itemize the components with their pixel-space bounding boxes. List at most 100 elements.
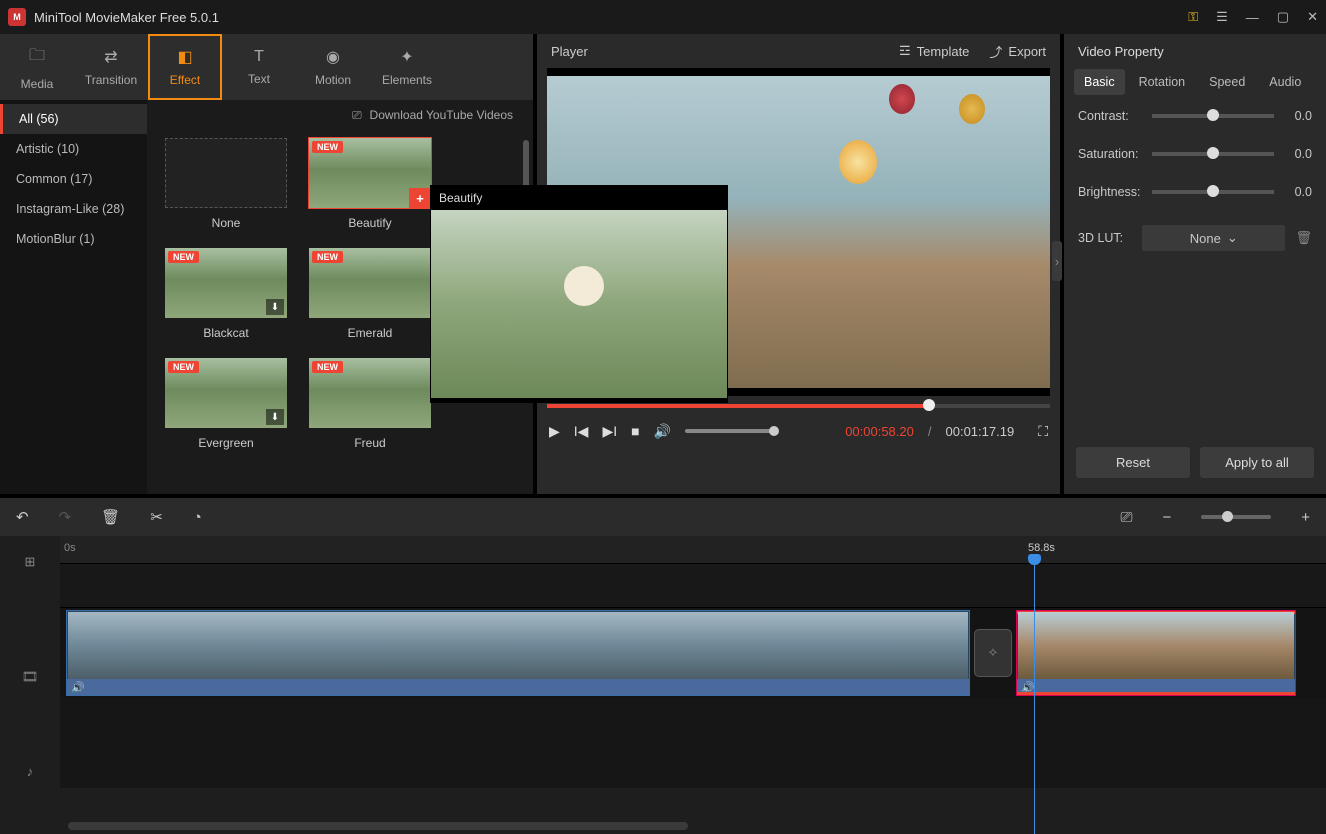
tab-elements[interactable]: ✦ Elements xyxy=(370,34,444,100)
apply-all-button[interactable]: Apply to all xyxy=(1200,447,1314,478)
undo-button[interactable]: ↶ xyxy=(16,508,29,526)
menu-icon[interactable]: ☰ xyxy=(1216,9,1228,25)
category-common[interactable]: Common (17) xyxy=(0,164,147,194)
effect-evergreen[interactable]: NEW ⬇ Evergreen xyxy=(165,358,287,450)
tab-effect[interactable]: ◧Effect xyxy=(148,34,222,100)
brightness-value: 0.0 xyxy=(1282,185,1312,199)
video-track-icon: 🎞 xyxy=(0,632,60,722)
panel-expand-handle[interactable]: › xyxy=(1052,241,1062,281)
delete-lut-icon[interactable]: 🗑 xyxy=(1295,230,1312,246)
tab-media[interactable]: 🗀Media xyxy=(0,34,74,100)
category-all[interactable]: All (56) xyxy=(0,104,147,134)
speed-button[interactable]: ◔ xyxy=(193,509,202,526)
category-motionblur[interactable]: MotionBlur (1) xyxy=(0,224,147,254)
effect-thumb: NEW xyxy=(309,248,431,318)
category-artistic[interactable]: Artistic (10) xyxy=(0,134,147,164)
category-instagram[interactable]: Instagram-Like (28) xyxy=(0,194,147,224)
tab-motion[interactable]: ◉Motion xyxy=(296,34,370,100)
fit-icon[interactable]: ⎚ xyxy=(1120,509,1132,526)
reset-button[interactable]: Reset xyxy=(1076,447,1190,478)
add-track-icon[interactable]: ⊞ xyxy=(0,540,60,584)
effect-thumb: NEW ⬇ xyxy=(165,248,287,318)
prop-tab-speed[interactable]: Speed xyxy=(1199,69,1255,95)
timeline-clip[interactable]: 🔊 xyxy=(66,610,970,696)
template-button[interactable]: ☲Template xyxy=(899,43,969,59)
download-icon[interactable]: ⬇ xyxy=(266,299,284,315)
new-badge: NEW xyxy=(312,361,343,373)
overlay-track[interactable] xyxy=(60,564,1326,608)
export-button[interactable]: ⤴Export xyxy=(989,42,1046,61)
time-total: 00:01:17.19 xyxy=(946,424,1015,439)
download-icon[interactable]: ⬇ xyxy=(266,409,284,425)
elements-icon: ✦ xyxy=(400,47,413,67)
ruler-tick: 0s xyxy=(64,542,76,554)
prop-tab-rotation[interactable]: Rotation xyxy=(1129,69,1196,95)
music-track[interactable] xyxy=(60,698,1326,788)
new-badge: NEW xyxy=(168,361,199,373)
tab-label: Effect xyxy=(170,73,200,87)
prev-frame-button[interactable]: I◀ xyxy=(574,423,589,440)
close-button[interactable]: ✕ xyxy=(1307,9,1318,25)
effect-emerald[interactable]: NEW Emerald xyxy=(309,248,431,340)
split-button[interactable]: ✂ xyxy=(150,508,163,526)
template-icon: ☲ xyxy=(899,43,911,59)
player-scrubber[interactable] xyxy=(547,404,1050,408)
effect-label: Evergreen xyxy=(198,436,253,450)
effect-label: Beautify xyxy=(348,216,391,230)
contrast-slider[interactable] xyxy=(1152,114,1274,118)
key-icon[interactable]: ⚿ xyxy=(1188,9,1198,25)
video-track[interactable]: 🔊 ✧ 🔊 xyxy=(60,608,1326,698)
new-badge: NEW xyxy=(168,251,199,263)
effect-none[interactable]: None xyxy=(165,138,287,230)
prop-tab-basic[interactable]: Basic xyxy=(1074,69,1125,95)
speaker-icon: 🔊 xyxy=(71,681,85,694)
tab-transition[interactable]: ⇄Transition xyxy=(74,34,148,100)
effect-blackcat[interactable]: NEW ⬇ Blackcat xyxy=(165,248,287,340)
zoom-out-button[interactable]: − xyxy=(1162,509,1171,526)
timeline-scrollbar[interactable] xyxy=(68,822,688,830)
time-current: 00:00:58.20 xyxy=(845,424,914,439)
transition-icon: ⇄ xyxy=(104,47,117,67)
stop-button[interactable]: ■ xyxy=(631,423,639,439)
maximize-button[interactable]: ▢ xyxy=(1277,9,1289,25)
text-icon: T xyxy=(254,48,264,66)
effect-hover-preview: Beautify xyxy=(430,185,728,403)
saturation-slider[interactable] xyxy=(1152,152,1274,156)
zoom-slider[interactable] xyxy=(1201,515,1271,519)
timeline-ruler[interactable]: 0s 58.8s xyxy=(60,536,1326,564)
transition-slot[interactable]: ✧ xyxy=(974,629,1012,677)
app-logo: M xyxy=(8,8,26,26)
volume-slider[interactable] xyxy=(685,429,775,433)
effect-label: Emerald xyxy=(348,326,393,340)
tab-label: Text xyxy=(248,72,270,86)
next-frame-button[interactable]: ▶I xyxy=(602,423,617,440)
volume-icon[interactable]: 🔊 xyxy=(654,423,671,440)
tab-label: Media xyxy=(21,77,54,91)
minimize-button[interactable]: — xyxy=(1246,10,1259,25)
time-sep: / xyxy=(928,424,932,439)
tab-label: Elements xyxy=(382,73,432,87)
download-youtube-link[interactable]: ⎚ Download YouTube Videos xyxy=(147,100,533,130)
timeline-clip[interactable]: 🔊 xyxy=(1016,610,1296,696)
fullscreen-button[interactable]: ⛶ xyxy=(1038,423,1048,440)
lut-dropdown[interactable]: None⌄ xyxy=(1142,225,1285,251)
property-panel-title: Video Property xyxy=(1064,34,1326,69)
music-track-icon: ♪ xyxy=(0,726,60,816)
add-icon[interactable]: + xyxy=(409,188,431,208)
effect-freud[interactable]: NEW Freud xyxy=(309,358,431,450)
brightness-slider[interactable] xyxy=(1152,190,1274,194)
chevron-down-icon: ⌄ xyxy=(1227,230,1238,246)
effect-beautify[interactable]: NEW + Beautify xyxy=(309,138,431,230)
delete-button[interactable]: 🗑 xyxy=(101,508,120,526)
timeline-playhead[interactable] xyxy=(1034,558,1035,834)
redo-button[interactable]: ↷ xyxy=(59,508,72,526)
play-button[interactable]: ▶ xyxy=(549,423,560,440)
download-label: Download YouTube Videos xyxy=(370,108,513,122)
saturation-value: 0.0 xyxy=(1282,147,1312,161)
prop-tab-audio[interactable]: Audio xyxy=(1259,69,1311,95)
effect-label: Freud xyxy=(354,436,385,450)
brightness-label: Brightness: xyxy=(1078,185,1144,199)
zoom-in-button[interactable]: + xyxy=(1301,509,1310,526)
effect-label: Blackcat xyxy=(203,326,248,340)
tab-text[interactable]: T Text xyxy=(222,34,296,100)
